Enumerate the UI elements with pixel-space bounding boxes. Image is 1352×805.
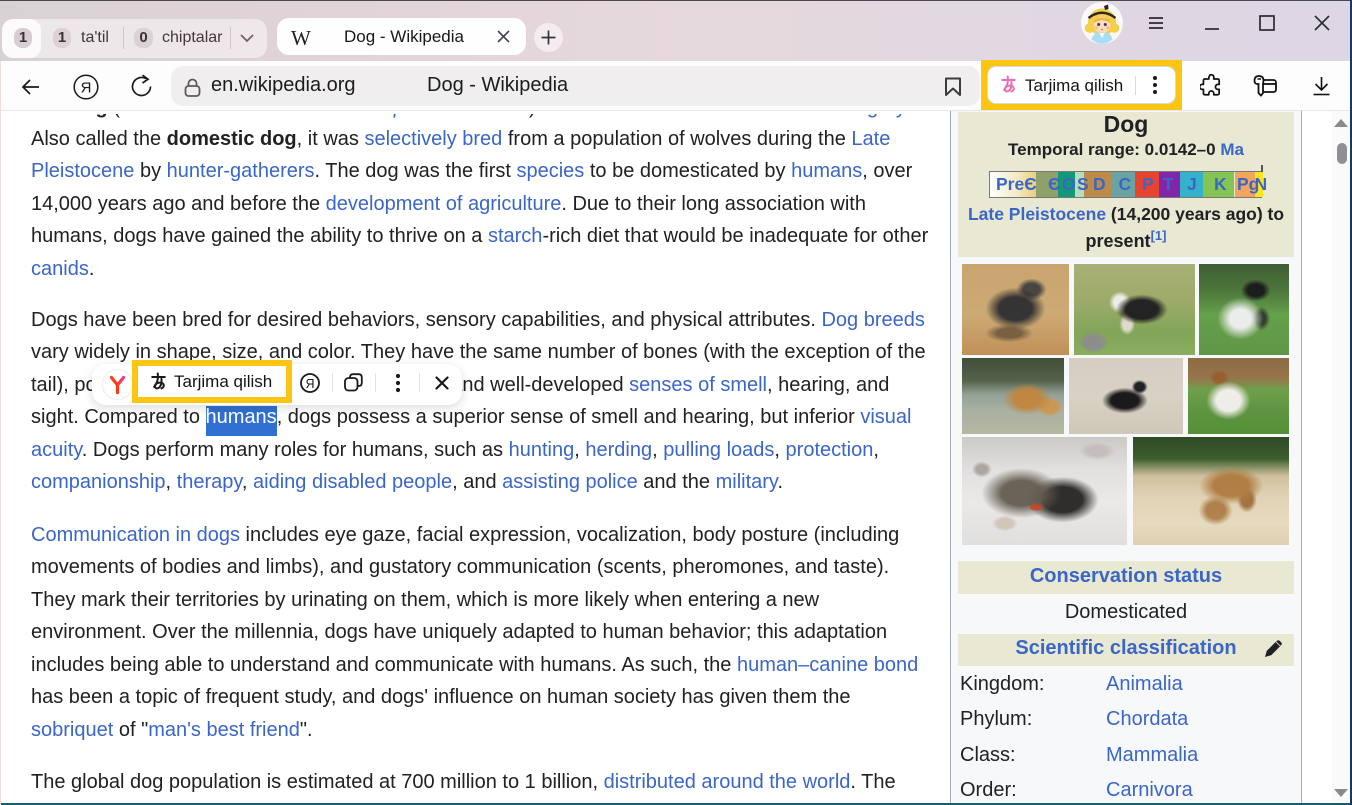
svg-text:Я: Я [81,80,92,97]
svg-text:Я: Я [305,377,314,391]
